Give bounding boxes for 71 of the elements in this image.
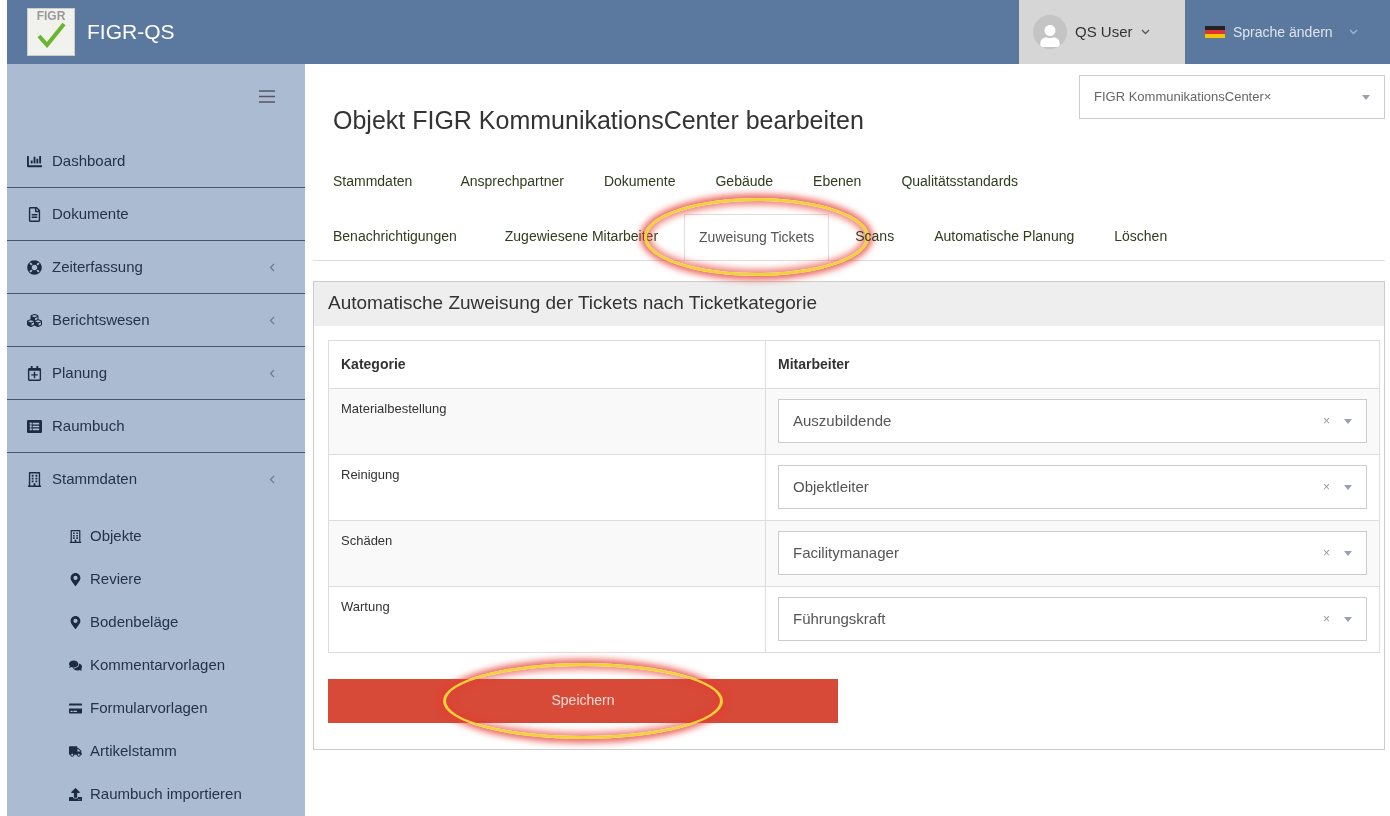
tab[interactable]: Ansprechpartner xyxy=(446,158,578,205)
sidebar-item[interactable]: Berichtswesen xyxy=(7,294,305,346)
building-icon xyxy=(27,471,42,487)
chevron-left-icon xyxy=(269,315,275,325)
user-menu[interactable]: QS User xyxy=(1019,0,1185,64)
bar-chart-icon xyxy=(27,153,42,169)
upload-icon xyxy=(69,788,82,801)
sidebar-subitem[interactable]: Raumbuch importieren xyxy=(7,773,305,816)
building-icon xyxy=(69,530,82,543)
caret-icon xyxy=(1344,550,1352,556)
panel-title: Automatische Zuweisung der Tickets nach Ticketkategorie xyxy=(328,291,817,316)
flag-icon xyxy=(1205,26,1225,38)
sidebar-subitem[interactable]: Artikelstamm xyxy=(7,730,305,773)
language-menu[interactable]: Sprache ändern xyxy=(1185,0,1390,64)
object-select[interactable]: FIGR KommunikationsCenter× xyxy=(1079,75,1385,119)
calendar-plus-icon xyxy=(27,365,42,381)
employee-select[interactable]: Auszubildende × xyxy=(778,399,1367,443)
tab[interactable]: Qualitätsstandards xyxy=(887,158,1033,205)
clear-icon[interactable]: × xyxy=(1263,87,1272,107)
table-cell: Materialbestellung xyxy=(328,388,766,454)
tab[interactable]: Löschen xyxy=(1100,213,1182,260)
document-icon xyxy=(27,206,42,222)
tab[interactable]: Benachrichtigungen xyxy=(333,213,471,260)
map-pin-icon xyxy=(69,616,82,629)
tab[interactable]: Dokumente xyxy=(589,158,690,205)
app-name: FIGR-QS xyxy=(87,19,175,46)
sidebar-item[interactable]: Planung xyxy=(7,347,305,399)
column-header: Kategorie xyxy=(328,340,766,388)
tab[interactable]: Zuweisung Tickets xyxy=(684,213,830,260)
ring-icon xyxy=(27,259,42,275)
sidebar-subitem[interactable]: Reviere xyxy=(7,558,305,601)
logo: FIGR xyxy=(27,8,75,56)
caret-icon xyxy=(1344,484,1352,490)
chevron-left-icon xyxy=(269,474,275,484)
card-icon xyxy=(69,702,82,715)
chevron-left-icon xyxy=(269,368,275,378)
employee-select[interactable]: Führungskraft × xyxy=(778,597,1367,641)
table-cell: Wartung xyxy=(328,586,766,652)
table-cell: Schäden xyxy=(328,520,766,586)
tab[interactable]: Ebenen xyxy=(799,158,876,205)
truck-icon xyxy=(69,745,82,758)
sidebar-subitem[interactable]: Kommentarvorlagen xyxy=(7,644,305,687)
comments-icon xyxy=(69,659,82,672)
employee-select[interactable]: Objektleiter × xyxy=(778,465,1367,509)
sidebar-subitem[interactable]: Bodenbeläge xyxy=(7,601,305,644)
sidebar-subitem[interactable]: Objekte xyxy=(7,515,305,558)
sidebar-subitem[interactable]: Formularvorlagen xyxy=(7,687,305,730)
employee-select[interactable]: Facilitymanager × xyxy=(778,531,1367,575)
sidebar-item[interactable]: Raumbuch xyxy=(7,400,305,452)
caret-icon xyxy=(1362,94,1370,100)
sidebar-item[interactable]: Stammdaten xyxy=(7,453,305,505)
page-title: Objekt FIGR KommunikationsCenter bearbeiten xyxy=(333,105,864,136)
sidebar-item[interactable]: Zeiterfassung xyxy=(7,241,305,293)
menu-icon[interactable] xyxy=(259,90,275,103)
caret-icon xyxy=(1344,418,1352,424)
caret-icon xyxy=(1344,616,1352,622)
check-mark-icon xyxy=(36,22,66,48)
tab[interactable]: Gebäude xyxy=(701,158,788,205)
tab[interactable]: Automatische Planung xyxy=(920,213,1089,260)
list-card-icon xyxy=(27,418,42,434)
map-pin-icon xyxy=(69,573,82,586)
sidebar-item[interactable]: Dashboard xyxy=(7,135,305,187)
avatar-icon xyxy=(1033,15,1067,49)
tab[interactable]: Stammdaten xyxy=(333,158,427,205)
cubes-icon xyxy=(27,312,42,328)
sidebar-item[interactable]: Dokumente xyxy=(7,188,305,240)
chevron-down-icon xyxy=(1348,29,1358,35)
table-cell: Reinigung xyxy=(328,454,766,520)
chevron-down-icon xyxy=(1140,29,1150,35)
column-header: Mitarbeiter xyxy=(765,340,1380,388)
chevron-left-icon xyxy=(269,262,275,272)
